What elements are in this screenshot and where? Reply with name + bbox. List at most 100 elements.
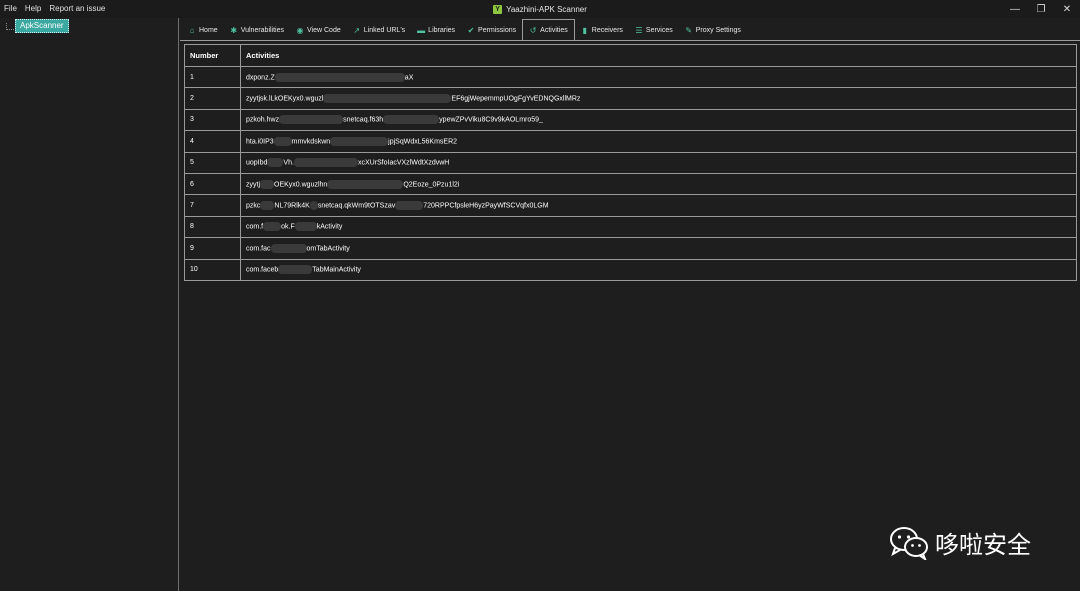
redaction-mark [270,243,307,253]
activity-text: snetcaq.qkWm9tOTSzav [317,202,396,210]
column-header-number[interactable]: Number [184,44,241,67]
activity-text: com.fac [246,245,271,253]
menu-help[interactable]: Help [25,0,41,18]
activity-text: uopIbd [246,159,268,167]
activity-name: pzkc NL79Rlk4K snetcaq.qkWm9tOTSzav 720RPPC… [240,194,1077,217]
activity-text: TabMainActivity [312,266,361,274]
table-row[interactable]: 2 zyytjsk.lLkOEKyx0.wguzl EF6gjWepemmpUOg… [184,87,1077,110]
tree-node-root[interactable]: ApkScanner [6,19,69,33]
activity-name: com.f ok.F kActivity [240,215,1077,239]
undo-icon: ↺ [529,25,537,35]
tab-permissions[interactable]: ✔ Permissions [461,20,522,40]
table-row[interactable]: 5 uopIbd Vh. xcXUrSfoIacVXzlWdtXzdvwH [184,151,1077,174]
activity-text: com.faceb [246,266,279,274]
activity-text: kActivity [316,223,343,231]
table-row[interactable]: 9 com.fac omTabActivity [184,237,1077,260]
redaction-mark [278,265,313,275]
redaction-mark [293,158,358,168]
activity-text: Q2Eoze_0Pzu1l2i [403,180,460,188]
redaction-mark [279,115,344,125]
activity-text: pzkc [246,202,261,210]
minimize-button[interactable]: — [1002,0,1028,18]
row-number: 4 [184,130,241,153]
tab-home[interactable]: ⌂ Home [182,20,224,40]
signal-icon: ▮ [582,25,587,35]
tab-label: Linked URL's [363,26,406,34]
project-tree-pane: ApkScanner [0,18,179,591]
external-link-icon: ↗ [353,25,361,35]
tab-label: Proxy Settings [695,26,741,34]
tab-receivers[interactable]: ▮ Receivers [575,20,629,40]
tree-node-label: ApkScanner [15,19,69,33]
menu-report-issue[interactable]: Report an issue [49,0,105,18]
activity-text: snetcaq.f63h [343,116,384,124]
menu-bar: File Help Report an issue [0,0,113,18]
activity-text: aX [404,74,414,82]
tab-libraries[interactable]: ▬ Libraries [411,20,461,40]
activity-text: Vh. [283,159,294,167]
row-number: 6 [184,172,241,196]
row-number: 8 [184,215,241,239]
table-row[interactable]: 1 dxponz.Z aX [184,65,1077,89]
row-number: 9 [184,237,241,260]
tab-services[interactable]: ☰ Services [629,20,679,40]
activity-name: pzkoh.hwz snetcaq.f63h ypewZPvViku8C9v9kAO… [240,108,1077,132]
activity-name: zyytjsk.lLkOEKyx0.wguzl EF6gjWepemmpUOgFg… [240,87,1077,110]
tab-linked-urls[interactable]: ↗ Linked URL's [347,20,411,40]
tree-branch-line [6,22,14,30]
bug-icon: ✱ [230,25,238,35]
tab-label: Receivers [591,26,623,34]
close-button[interactable]: ✕ [1054,0,1080,18]
watermark-text: 哆啦安全 [935,531,1031,559]
table-row[interactable]: 6 zyytj OEKyx0.wguzlhn Q2Eoze_0Pzu1l2i [184,172,1077,196]
restore-button[interactable]: ❐ [1028,0,1054,18]
activity-text: dxponz.Z [246,74,275,82]
row-number: 2 [184,87,241,110]
activity-text: 720RPPCfpsleH6yzPayWfSCVqfx0LGM [423,202,549,210]
tab-label: Vulnerabilities [240,26,285,34]
tab-vulnerabilities[interactable]: ✱ Vulnerabilities [224,20,290,40]
activity-text: zyytj [246,180,260,188]
tab-bar: ⌂ Home ✱ Vulnerabilities ◉ View Code ↗ Linke… [182,19,1080,40]
activity-text: jpjSqWdxL56KmsER2 [388,138,458,146]
activity-text: EF6gjWepemmpUOgFgYvEDNQGxllMRz [451,95,581,103]
redaction-mark [327,179,404,189]
tab-divider [180,40,1080,41]
menu-file[interactable]: File [4,0,17,18]
activity-name: uopIbd Vh. xcXUrSfoIacVXzlWdtXzdvwH [240,151,1077,174]
list-icon: ☰ [635,25,643,35]
redaction-mark [294,222,317,232]
redaction-mark [383,115,440,125]
title-bar: File Help Report an issue Y Yaazhini-APK… [0,0,1080,18]
redaction-mark [309,201,318,211]
window-controls: — ❐ ✕ [1002,0,1080,18]
activities-table: Number Activities 1 dxponz.Z aX 2 zyytjsk… [184,44,1077,281]
activity-text: xcXUrSfoIacVXzlWdtXzdvwH [357,159,450,167]
redaction-mark [395,201,424,211]
activity-name: zyytj OEKyx0.wguzlhn Q2Eoze_0Pzu1l2i [240,172,1077,196]
activity-name: dxponz.Z aX [240,65,1077,89]
table-row[interactable]: 10 com.faceb TabMainActivity [184,258,1077,281]
redaction-mark [260,201,275,211]
tab-view-code[interactable]: ◉ View Code [290,20,347,40]
activity-text: ok.F [281,223,295,231]
home-icon: ⌂ [189,25,195,35]
restore-icon: ❐ [1036,3,1046,15]
table-row[interactable]: 7 pzkc NL79Rlk4K snetcaq.qkWm9tOTSzav 720RP… [184,194,1077,217]
tab-activities[interactable]: ↺ Activities [522,19,575,40]
folder-icon: ▬ [417,25,426,35]
column-header-activities[interactable]: Activities [240,44,1077,67]
row-number: 5 [184,151,241,174]
activity-text: ypewZPvViku8C9v9kAOLmro59_ [439,116,543,124]
table-row[interactable]: 4 hta.i0IP3 mmvkdskwn jpjSqWdxL56KmsER2 [184,130,1077,153]
tab-proxy-settings[interactable]: ✎ Proxy Settings [679,20,747,40]
tab-label: Activities [540,26,568,34]
row-number: 7 [184,194,241,217]
row-number: 10 [184,258,241,281]
table-row[interactable]: 3 pzkoh.hwz snetcaq.f63h ypewZPvViku8C9v9k… [184,108,1077,132]
row-number: 1 [184,65,241,89]
tab-label: Services [645,26,673,34]
window-title-area: Y Yaazhini-APK Scanner [0,0,1080,18]
table-row[interactable]: 8 com.f ok.F kActivity [184,215,1077,239]
activity-name: com.faceb TabMainActivity [240,258,1077,281]
